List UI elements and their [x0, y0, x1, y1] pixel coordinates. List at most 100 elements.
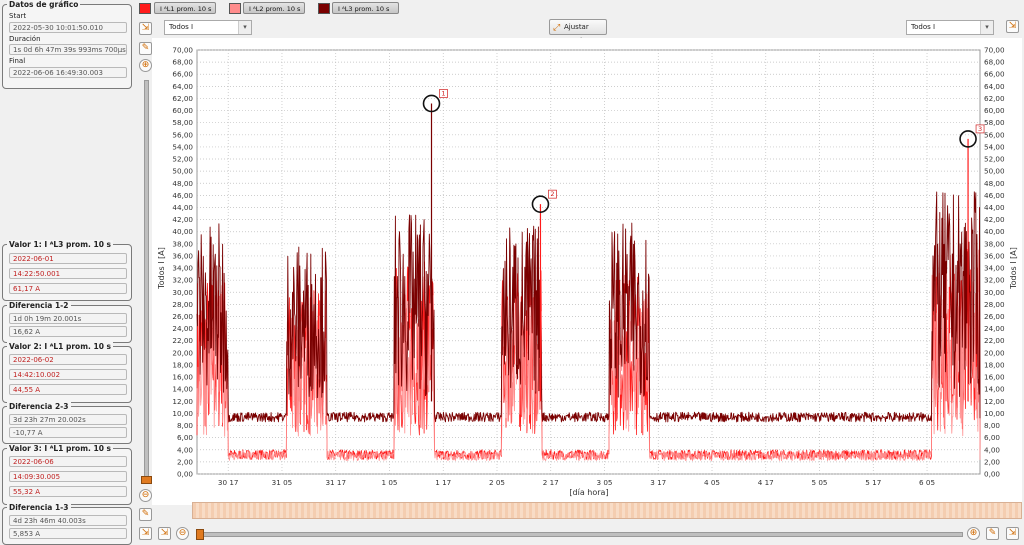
vertical-slider-thumb[interactable] — [141, 476, 152, 484]
y-tick-label-left: 58,00 — [172, 118, 193, 127]
x-tick-label: 5 05 — [812, 478, 828, 487]
y-tick-label-left: 22,00 — [172, 336, 193, 345]
marker-tag-label: 2 — [550, 190, 554, 198]
difference-1-2-title: Diferencia 1-2 — [7, 301, 71, 310]
y-tick-label-right: 32,00 — [984, 276, 1005, 285]
x-tick-label: 4 05 — [704, 478, 720, 487]
y-tick-label-right: 36,00 — [984, 251, 1005, 260]
y-tick-label-left: 54,00 — [172, 142, 193, 151]
y-tick-label-left: 52,00 — [172, 155, 193, 164]
end-field: 2022-06-06 16:49:30.003 — [9, 67, 127, 78]
y-tick-label-right: 62,00 — [984, 94, 1005, 103]
x-tick-label: 5 17 — [865, 478, 881, 487]
marker-tag-label: 3 — [978, 125, 982, 133]
x-tick-label: 6 05 — [919, 478, 935, 487]
y-tick-label-right: 10,00 — [984, 409, 1005, 418]
y-tick-label-left: 60,00 — [172, 106, 193, 115]
zoom-out-icon[interactable]: ⊖ — [139, 489, 152, 502]
y-tick-label-left: 68,00 — [172, 58, 193, 67]
y-tick-label-right: 64,00 — [984, 82, 1005, 91]
start-label: Start — [9, 12, 27, 20]
marker-1-group: Valor 1: I ᴬL3 prom. 10 s 2022-06-01 14:… — [2, 240, 132, 301]
marker-add-icon[interactable]: ⇲ — [1006, 527, 1019, 540]
marker-add-icon[interactable]: ⇲ — [158, 527, 171, 540]
y-axis-label-right: Todos I [A] — [1009, 247, 1018, 290]
legend-swatch-l3 — [318, 3, 330, 14]
x-tick-label: 2 17 — [543, 478, 559, 487]
horizontal-zoom-slider[interactable] — [196, 532, 963, 537]
y-tick-label-right: 22,00 — [984, 336, 1005, 345]
x-tick-label: 1 05 — [381, 478, 397, 487]
y-tick-label-right: 2,00 — [984, 457, 1000, 466]
edit-icon[interactable]: ✎ — [139, 508, 152, 521]
current-chart[interactable]: 0,00 0,00 2,00 2,00 4,00 4,00 6,00 6,00 8,00 8,00… — [152, 38, 1022, 505]
y-tick-label-left: 0,00 — [177, 470, 193, 479]
y-tick-label-left: 14,00 — [172, 385, 193, 394]
y-tick-label-right: 60,00 — [984, 106, 1005, 115]
y-tick-label-right: 38,00 — [984, 239, 1005, 248]
y-tick-label-left: 56,00 — [172, 130, 193, 139]
marker-2-group: Valor 2: I ᴬL1 prom. 10 s 2022-06-02 14:… — [2, 342, 132, 403]
zoom-in-icon[interactable]: ⊕ — [967, 527, 980, 540]
graph-data-group: Datos de gráfico Start 2022-05-30 10:01:… — [2, 0, 132, 89]
x-tick-label: 3 05 — [596, 478, 612, 487]
difference-1-3-time: 4d 23h 46m 40.003s — [9, 515, 127, 526]
y-tick-label-left: 48,00 — [172, 179, 193, 188]
difference-1-3-title: Diferencia 1-3 — [7, 503, 71, 512]
marker-3-date: 2022-06-06 — [9, 456, 127, 467]
y-tick-label-left: 8,00 — [177, 421, 193, 430]
marker-add-icon[interactable]: ⇲ — [139, 527, 152, 540]
x-tick-label: 31 05 — [272, 478, 293, 487]
difference-2-3-group: Diferencia 2-3 3d 23h 27m 20.002s -10,77… — [2, 402, 132, 444]
zoom-out-icon[interactable]: ⊖ — [176, 527, 189, 540]
x-axis-label: [día hora] — [569, 488, 608, 497]
marker-1-time: 14:22:50.001 — [9, 268, 127, 279]
zoom-in-icon[interactable]: ⊕ — [139, 59, 152, 72]
difference-1-2-group: Diferencia 1-2 1d 0h 19m 20.001s 16,62 A — [2, 301, 132, 343]
left-channel-select[interactable]: Todos I ▾ — [164, 20, 252, 35]
y-tick-label-right: 8,00 — [984, 421, 1000, 430]
time-range-slider[interactable] — [192, 502, 1022, 519]
y-tick-label-left: 28,00 — [172, 300, 193, 309]
legend-button-l3[interactable]: I ᴬL3 prom. 10 s — [332, 2, 399, 14]
x-tick-label: 1 17 — [435, 478, 451, 487]
marker-add-icon[interactable]: ⇲ — [1006, 20, 1019, 33]
y-tick-label-left: 30,00 — [172, 288, 193, 297]
x-tick-label: 4 17 — [758, 478, 774, 487]
marker-3-time: 14:09:30.005 — [9, 471, 127, 482]
y-tick-label-right: 44,00 — [984, 203, 1005, 212]
marker-2-value: 44,55 A — [9, 384, 127, 395]
duration-label: Duración — [9, 35, 41, 43]
edit-icon[interactable]: ✎ — [139, 42, 152, 55]
legend-swatch-l1 — [139, 3, 151, 14]
y-tick-label-right: 30,00 — [984, 288, 1005, 297]
left-channel-select-value: Todos I — [169, 23, 194, 31]
legend-button-l2[interactable]: I ᴬL2 prom. 10 s — [243, 2, 305, 14]
y-axis-label-left: Todos I [A] — [157, 247, 166, 290]
graph-data-title: Datos de gráfico — [7, 0, 81, 9]
y-tick-label-right: 54,00 — [984, 142, 1005, 151]
chevron-down-icon: ▾ — [238, 21, 251, 34]
y-tick-label-left: 12,00 — [172, 397, 193, 406]
y-tick-label-right: 70,00 — [984, 46, 1005, 55]
x-tick-label: 30 17 — [218, 478, 239, 487]
y-tick-label-left: 16,00 — [172, 373, 193, 382]
adjust-scale-button[interactable]: ⤢ Ajustar escala — [549, 19, 607, 45]
edit-icon[interactable]: ✎ — [986, 527, 999, 540]
y-tick-label-right: 42,00 — [984, 215, 1005, 224]
x-tick-label: 31 17 — [325, 478, 346, 487]
y-tick-label-left: 24,00 — [172, 324, 193, 333]
right-channel-select[interactable]: Todos I ▾ — [906, 20, 994, 35]
marker-tag-label: 1 — [441, 89, 445, 97]
y-tick-label-right: 4,00 — [984, 445, 1000, 454]
vertical-zoom-slider[interactable] — [144, 80, 149, 480]
marker-3-group: Valor 3: I ᴬL1 prom. 10 s 2022-06-06 14:… — [2, 444, 132, 505]
y-tick-label-right: 66,00 — [984, 70, 1005, 79]
y-tick-label-left: 6,00 — [177, 433, 193, 442]
y-tick-label-left: 66,00 — [172, 70, 193, 79]
right-channel-select-value: Todos I — [911, 23, 936, 31]
marker-add-icon[interactable]: ⇲ — [139, 22, 152, 35]
legend-button-l1[interactable]: I ᴬL1 prom. 10 s — [154, 2, 216, 14]
marker-2-date: 2022-06-02 — [9, 354, 127, 365]
horizontal-slider-thumb[interactable] — [196, 529, 204, 540]
